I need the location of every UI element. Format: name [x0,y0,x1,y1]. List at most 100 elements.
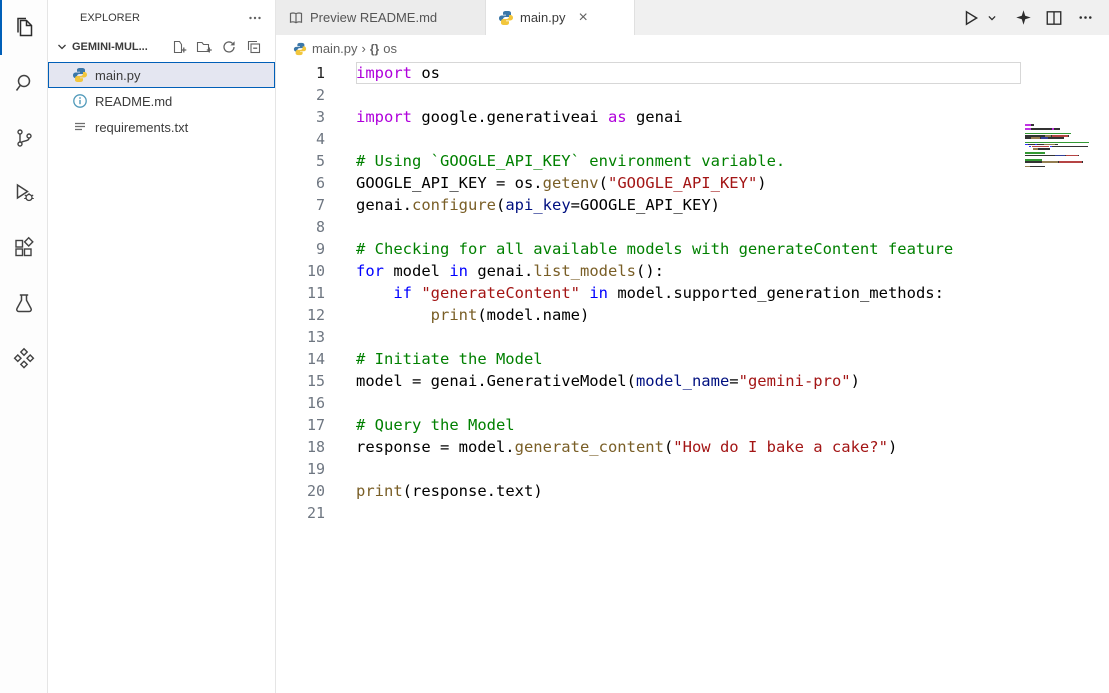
line-number[interactable]: 21 [276,502,325,524]
line-number[interactable]: 11 [276,282,325,304]
line-content[interactable]: # Using `GOOGLE_API_KEY` environment var… [356,150,1021,172]
line-number[interactable]: 14 [276,348,325,370]
line-content[interactable]: # Query the Model [356,414,1021,436]
views-more-icon[interactable] [247,10,263,26]
file-name: README.md [95,94,172,109]
extension-blocks-icon[interactable] [0,330,48,385]
line-content[interactable]: # Checking for all available models with… [356,238,1021,260]
line-number[interactable]: 1 [276,62,325,84]
explorer-icon[interactable] [0,0,48,55]
line-number[interactable]: 18 [276,436,325,458]
code-token [356,284,393,302]
line-content[interactable]: print(response.text) [356,480,1021,502]
file-row-requirements-txt[interactable]: requirements.txt [48,114,275,140]
code-token: api_key [505,196,570,214]
code-line[interactable]: 17 # Query the Model [276,414,1109,436]
code-line[interactable]: 2 [276,84,1109,106]
line-number[interactable]: 8 [276,216,325,238]
line-content[interactable]: # Initiate the Model [356,348,1021,370]
line-content[interactable]: genai.configure(api_key=GOOGLE_API_KEY) [356,194,1021,216]
code-line[interactable]: 4 [276,128,1109,150]
code-line[interactable]: 19 [276,458,1109,480]
code-line[interactable]: 21 [276,502,1109,524]
line-content[interactable]: response = model.generate_content("How d… [356,436,1021,458]
line-number[interactable]: 5 [276,150,325,172]
code-line[interactable]: 11 if "generateContent" in model.support… [276,282,1109,304]
code-line[interactable]: 15 model = genai.GenerativeModel(model_na… [276,370,1109,392]
line-content[interactable]: for model in genai.list_models(): [356,260,1021,282]
code-line[interactable]: 12 print(model.name) [276,304,1109,326]
run-button[interactable] [961,8,981,28]
code-line[interactable]: 8 [276,216,1109,238]
breadcrumb-symbol[interactable]: os [383,41,397,56]
code-line[interactable]: 6 GOOGLE_API_KEY = os.getenv("GOOGLE_API_… [276,172,1109,194]
line-content[interactable] [356,216,1021,238]
testing-icon[interactable] [0,275,48,330]
extensions-icon[interactable] [0,220,48,275]
search-icon[interactable] [0,55,48,110]
more-actions-icon[interactable] [1075,8,1095,28]
collapse-all-icon[interactable] [246,39,262,55]
line-content[interactable]: import google.generativeai as genai [356,106,1021,128]
breadcrumb-file[interactable]: main.py [312,41,358,56]
line-number[interactable]: 2 [276,84,325,106]
line-content[interactable] [356,326,1021,348]
chevron-down-icon [54,39,70,55]
line-content[interactable] [356,84,1021,106]
line-content[interactable]: GOOGLE_API_KEY = os.getenv("GOOGLE_API_K… [356,172,1021,194]
line-content[interactable]: import os [356,62,1021,84]
line-content[interactable]: if "generateContent" in model.supported_… [356,282,1021,304]
folder-section-header[interactable]: GEMINI-MUL... [48,35,275,59]
code-token: "generateContent" [421,284,580,302]
run-dropdown-chevron-icon[interactable] [982,8,1002,28]
tab-preview-readme[interactable]: Preview README.md [276,0,486,35]
code-line[interactable]: 10 for model in genai.list_models(): [276,260,1109,282]
code-line[interactable]: 14 # Initiate the Model [276,348,1109,370]
code-line[interactable]: 1 import os [276,62,1109,84]
line-content[interactable] [356,392,1021,414]
code-line[interactable]: 3 import google.generativeai as genai [276,106,1109,128]
python-icon [293,42,307,56]
code-line[interactable]: 9 # Checking for all available models wit… [276,238,1109,260]
code-editor[interactable]: 1 import os 23 import google.generativeai a… [276,62,1109,693]
new-folder-icon[interactable] [196,39,212,55]
split-editor-icon[interactable] [1044,8,1064,28]
code-line[interactable]: 20 print(response.text) [276,480,1109,502]
line-number[interactable]: 12 [276,304,325,326]
code-token: "gemini-pro" [739,372,851,390]
tab-main-py[interactable]: main.py × [486,0,635,35]
source-control-icon[interactable] [0,110,48,165]
line-number[interactable]: 20 [276,480,325,502]
line-content[interactable]: print(model.name) [356,304,1021,326]
line-content[interactable] [356,128,1021,150]
line-content[interactable] [356,502,1021,524]
file-row-main-py[interactable]: main.py [48,62,275,88]
code-token: as [608,108,627,126]
line-number[interactable]: 9 [276,238,325,260]
line-number[interactable]: 15 [276,370,325,392]
line-number[interactable]: 10 [276,260,325,282]
line-number[interactable]: 4 [276,128,325,150]
file-row-readme-md[interactable]: README.md [48,88,275,114]
line-number[interactable]: 17 [276,414,325,436]
run-debug-icon[interactable] [0,165,48,220]
close-icon[interactable]: × [576,9,591,27]
minimap[interactable] [1025,124,1095,170]
line-content[interactable]: model = genai.GenerativeModel(model_name… [356,370,1021,392]
line-number[interactable]: 16 [276,392,325,414]
line-number[interactable]: 19 [276,458,325,480]
sparkle-icon[interactable] [1013,8,1033,28]
code-token: ) [888,438,897,456]
code-line[interactable]: 5 # Using `GOOGLE_API_KEY` environment va… [276,150,1109,172]
code-line[interactable]: 16 [276,392,1109,414]
line-number[interactable]: 6 [276,172,325,194]
line-number[interactable]: 13 [276,326,325,348]
refresh-icon[interactable] [221,39,237,55]
new-file-icon[interactable] [171,39,187,55]
code-line[interactable]: 18 response = model.generate_content("How… [276,436,1109,458]
line-content[interactable] [356,458,1021,480]
code-line[interactable]: 7 genai.configure(api_key=GOOGLE_API_KEY) [276,194,1109,216]
code-line[interactable]: 13 [276,326,1109,348]
line-number[interactable]: 7 [276,194,325,216]
line-number[interactable]: 3 [276,106,325,128]
